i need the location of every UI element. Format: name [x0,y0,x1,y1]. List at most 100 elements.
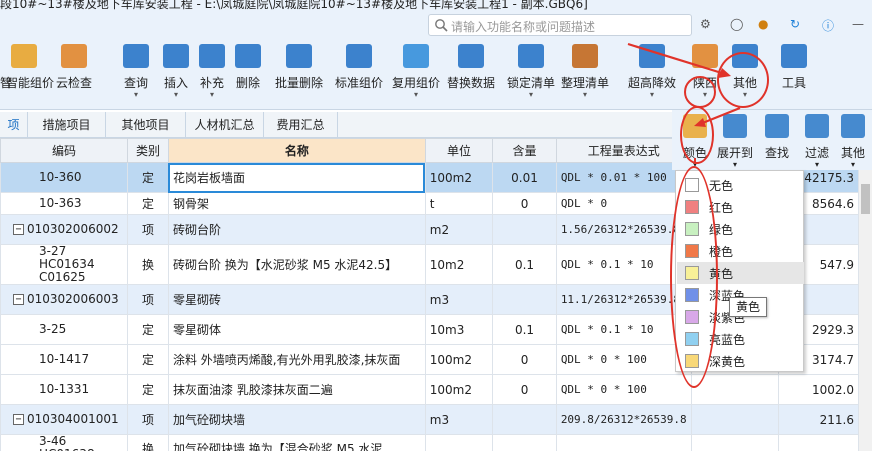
cell-type[interactable]: 项 [127,284,169,315]
cell-code[interactable]: 10-360 [0,162,129,193]
column-header[interactable]: 类别 [127,138,169,163]
cell-qty[interactable]: 0 [492,374,557,405]
cell-name[interactable]: 抹灰面油漆 乳胶漆抹灰面二遍 [167,374,426,405]
cell-code[interactable]: 3-25 [0,314,129,345]
tab-1[interactable]: 措施项目 [28,112,106,138]
collapse-toggle-icon[interactable]: − [13,414,24,425]
cell-name[interactable]: 砖砌台阶 换为【水泥砂浆 M5 水泥42.5】 [167,244,426,285]
help-icon[interactable]: ● [758,17,768,35]
cell-name[interactable]: 零星砌砖 [167,284,426,315]
cell-code[interactable]: 3-46 HC01638 [0,434,129,451]
cell-total[interactable]: 1002.0 [778,374,859,405]
cell-name[interactable]: 加气砼砌块墙 换为【混合砂浆 M5 水泥 [167,434,426,451]
cell-expr[interactable]: QDL * 0 * 100 [555,344,692,375]
table-row[interactable]: −010304001001 项加气砼砌块墙 m3 209.8/26312*26539.… [0,404,859,435]
filter-button[interactable]: 过滤 ▾ [798,110,836,170]
cell-name[interactable]: 零星砌体 [167,314,426,345]
cell-code[interactable]: 10-1417 [0,344,129,375]
lock-list-button[interactable]: 锁定清单 ▾ [504,44,558,104]
cell-code[interactable]: −010304001001 [0,404,129,435]
cell-total[interactable]: 211.6 [778,404,859,435]
cell-qty[interactable]: 0.1 [492,244,557,285]
cell-qty[interactable] [492,284,557,315]
cell-unit[interactable]: 10m3 [424,314,494,345]
bell-icon[interactable]: ⚙ [700,17,711,35]
tab-0[interactable]: 项 [0,112,28,138]
expand-to-button[interactable]: 展开到 ▾ [716,110,754,170]
std-price-button[interactable]: 标准组价 [334,44,384,104]
tab-2[interactable]: 其他项目 [106,112,186,138]
height-reduce-button[interactable]: 超高降效 ▾ [624,44,680,104]
cell-type[interactable]: 定 [127,314,169,345]
cell-qty[interactable]: 0 [492,344,557,375]
cell-type[interactable]: 项 [127,214,169,245]
cell-name[interactable]: 加气砼砌块墙 [167,404,426,435]
collapse-toggle-icon[interactable]: − [13,224,24,235]
tab-3[interactable]: 人材机汇总 [186,112,264,138]
cell-name[interactable]: 砖砌台阶 [167,214,426,245]
cell-qty[interactable]: 0 [492,192,557,215]
column-header[interactable]: 单位 [424,138,494,163]
table-row[interactable]: 3-46 HC01638 换加气砼砌块墙 换为【混合砂浆 M5 水泥 [0,434,859,451]
tab-4[interactable]: 费用汇总 [264,112,338,138]
cell-unit[interactable]: t [424,192,494,215]
collapse-toggle-icon[interactable]: − [13,294,24,305]
cell-qty[interactable] [492,404,557,435]
cell-name[interactable]: 钢骨架 [167,192,426,215]
cell-type[interactable]: 定 [127,344,169,375]
cell-name[interactable]: 花岗岩板墙面 [167,162,426,193]
column-header[interactable]: 含量 [492,138,557,163]
cell-qty[interactable]: 0.1 [492,314,557,345]
minimize-icon[interactable]: — [852,17,864,35]
cell-code[interactable]: 10-363 [0,192,129,215]
cell-type[interactable]: 换 [127,244,169,285]
search-box[interactable]: 请输入功能名称或问题描述 [428,14,692,36]
query-button[interactable]: 查询 ▾ [116,44,156,104]
cell-code[interactable]: −010302006003 [0,284,129,315]
insert-button[interactable]: 插入 ▾ [160,44,192,104]
delete-button[interactable]: 删除 [232,44,264,104]
batch-delete-button[interactable]: 批量删除 [270,44,328,104]
tool-button[interactable]: 工具 [776,44,812,104]
cell-unit[interactable]: 10m2 [424,244,494,285]
column-header[interactable]: 编码 [0,138,129,163]
scrollbar-thumb[interactable] [861,184,870,214]
cell-expr[interactable]: QDL * 0 * 100 [555,374,692,405]
cell-name[interactable]: 涂料 外墙喷丙烯酸,有光外用乳胶漆,抹灰面 [167,344,426,375]
cell-expr[interactable] [555,434,692,451]
cloud-check-button[interactable]: 云检查 [44,44,104,104]
cell-type[interactable]: 定 [127,374,169,405]
cell-unit[interactable]: m3 [424,284,494,315]
cell-qty[interactable] [492,214,557,245]
cell-expr[interactable]: 209.8/26312*26539.8 [555,404,692,435]
cell-unit[interactable]: 100m2 [424,162,494,193]
reuse-price-button[interactable]: 复用组价 ▾ [390,44,442,104]
cell-unit[interactable]: 100m2 [424,374,494,405]
supplement-button[interactable]: 补充 ▾ [196,44,228,104]
cell-expr[interactable]: QDL * 0 [555,192,692,215]
cell-qty[interactable] [492,434,557,451]
cell-code[interactable]: 3-27 HC01634 C01625 [0,244,129,285]
replace-data-button[interactable]: 替换数据 [444,44,498,104]
table-row[interactable]: 10-1331 定抹灰面油漆 乳胶漆抹灰面二遍 100m2 0 QDL * 0 * 10… [0,374,859,405]
cell-type[interactable]: 定 [127,162,169,193]
cell-unit[interactable]: m2 [424,214,494,245]
share-icon[interactable]: ↻ [790,17,800,35]
info-icon[interactable]: ⓘ [822,17,834,35]
settings-icon[interactable]: ◯ [730,17,743,35]
cell-type[interactable]: 项 [127,404,169,435]
cell-code[interactable]: −010302006002 [0,214,129,245]
cell-total[interactable] [778,434,859,451]
cell-unit[interactable]: 100m2 [424,344,494,375]
column-header[interactable]: 工程量表达式 [555,138,692,163]
cell-code[interactable]: 10-1331 [0,374,129,405]
vertical-scrollbar[interactable] [859,170,872,451]
cell-expr[interactable]: QDL * 0.01 * 100 [555,162,692,193]
cell-unit[interactable]: m3 [424,404,494,435]
other2-button[interactable]: 其他 ▾ [834,110,872,170]
find-button[interactable]: 查找 [758,110,796,170]
cell-type[interactable]: 换 [127,434,169,451]
cell-qty[interactable]: 0.01 [492,162,557,193]
cell-unit[interactable] [424,434,494,451]
sort-list-button[interactable]: 整理清单 ▾ [558,44,612,104]
